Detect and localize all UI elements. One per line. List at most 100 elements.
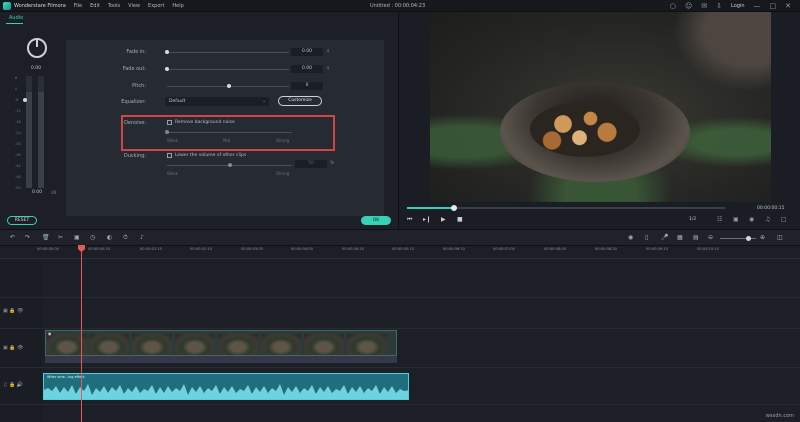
fade-out-handle[interactable] — [165, 67, 169, 71]
menu-export[interactable]: Export — [148, 3, 164, 9]
menu-view[interactable]: View — [128, 3, 140, 9]
render-preview-icon[interactable]: ◉ — [628, 234, 633, 241]
ducking-label: Ducking: — [123, 153, 146, 159]
preview-quality[interactable]: 1/2 — [689, 217, 696, 222]
reset-button[interactable]: RESET — [7, 216, 37, 225]
customize-button[interactable]: Customize — [278, 96, 322, 106]
lightbulb-icon[interactable]: ○ — [670, 0, 676, 12]
pitch-label: Pitch: — [132, 83, 146, 89]
preview-timecode: 00:00:00:15 — [757, 206, 785, 211]
split-icon[interactable]: ▤ — [693, 234, 699, 241]
video-clip-audio[interactable] — [45, 356, 397, 363]
microphone-icon[interactable]: 🎤 — [661, 234, 668, 241]
menu-bar: File Edit Tools View Export Help — [74, 3, 192, 9]
clip-frame — [261, 334, 301, 355]
menu-help[interactable]: Help — [172, 3, 183, 9]
tab-audio[interactable]: Audio — [9, 15, 23, 21]
pitch-handle[interactable] — [227, 84, 231, 88]
fade-out-input[interactable]: 0.00 — [291, 65, 323, 73]
ruler-tick: 00:00:08:00 — [544, 247, 566, 251]
ruler-tick: 00:00:08:20 — [595, 247, 617, 251]
volume-icon[interactable]: ♫ — [765, 216, 770, 223]
document-title: Untitled : 00:00:04:23 — [370, 3, 426, 9]
fade-in-handle[interactable] — [165, 50, 169, 54]
pitch-input[interactable]: 0 — [291, 82, 323, 90]
video-clip[interactable]: ▣ — [45, 330, 397, 356]
maximize-icon[interactable]: □ — [770, 0, 777, 12]
user-icon[interactable]: ☺ — [685, 0, 692, 12]
fit-timeline-icon[interactable]: ◫ — [777, 234, 783, 241]
message-icon[interactable]: ✉ — [701, 0, 707, 12]
fade-out-slider[interactable] — [167, 69, 289, 70]
preview-food — [530, 102, 640, 157]
preview-hand — [660, 12, 771, 102]
denoise-slider[interactable] — [167, 132, 292, 133]
fade-in-slider[interactable] — [167, 52, 289, 53]
ruler-tick: 00:00:03:05 — [241, 247, 263, 251]
ducking-handle[interactable] — [228, 163, 232, 167]
play-icon[interactable]: ▶ — [441, 216, 446, 223]
track-1-controls[interactable]: ▣ 🔒 👁 — [3, 345, 23, 351]
ruler-tick: 00:00:09:15 — [646, 247, 668, 251]
crop-icon[interactable]: ▣ — [74, 234, 80, 241]
scrubber-handle[interactable] — [451, 205, 457, 211]
denoise-handle[interactable] — [165, 130, 169, 134]
display-icon[interactable]: ▣ — [733, 216, 739, 223]
speed-icon[interactable]: ◷ — [90, 234, 95, 241]
voiceover-icon[interactable]: ▦ — [677, 234, 683, 241]
denoise-checkbox[interactable] — [167, 120, 172, 125]
volume-value-top: 0.00 — [31, 66, 42, 71]
close-icon[interactable]: ✕ — [785, 0, 791, 12]
preview-panel: 00:00:00:15 ⏮ ▸❙ ▶ ■ 1/2 ☷ ▣ ◉ ♫ □ — [398, 12, 800, 229]
volume-value-bottom: 0.00 — [32, 190, 43, 195]
track-headers — [0, 259, 42, 422]
timer-icon[interactable]: ⏱ — [123, 234, 128, 242]
track-divider — [0, 367, 800, 368]
track-2-controls[interactable]: ▣ 🔒 👁 — [3, 308, 23, 314]
ruler-tick: 00:00:10:10 — [697, 247, 719, 251]
marker-icon[interactable]: ▯ — [645, 234, 648, 241]
login-button[interactable]: Login — [731, 0, 745, 12]
play-back-icon[interactable]: ▸❙ — [423, 216, 431, 223]
volume-meter-left — [26, 76, 32, 188]
stop-icon[interactable]: ■ — [457, 216, 463, 223]
fade-in-input[interactable]: 0.00 — [291, 48, 323, 56]
volume-slider-handle[interactable] — [23, 98, 27, 102]
playhead-line[interactable] — [81, 245, 82, 422]
audio-clip[interactable]: Wher sme...ing effect — [43, 373, 409, 400]
volume-meter-right — [38, 76, 44, 188]
audio-track-controls[interactable]: ♫ 🔒 🔊 — [3, 382, 23, 388]
render-icon[interactable]: ☷ — [717, 216, 722, 223]
timeline-toolbar: ↶ ↷ 🗑 ✂ ▣ ◷ ◐ ⏱ ♪ ◉ ▯ 🎤 ▦ ▤ ⊖ ⊕ ◫ — [0, 229, 800, 246]
fullscreen-icon[interactable]: □ — [781, 216, 787, 223]
volume-knob[interactable] — [27, 38, 47, 58]
previous-frame-icon[interactable]: ⏮ — [407, 216, 412, 224]
zoom-in-icon[interactable]: ⊕ — [760, 234, 765, 241]
clip-frame — [347, 334, 387, 355]
minimize-icon[interactable]: — — [754, 0, 761, 12]
equalizer-select[interactable]: Default ⌄ — [165, 97, 269, 106]
menu-edit[interactable]: Edit — [90, 3, 100, 9]
audio-mixer-icon[interactable]: ♪ — [140, 234, 144, 241]
cut-icon[interactable]: ✂ — [58, 234, 63, 241]
ruler-tick: 00:00:05:15 — [392, 247, 414, 251]
color-icon[interactable]: ◐ — [107, 234, 112, 241]
title-bar: Wonderstare Filmora File Edit Tools View… — [0, 0, 800, 12]
undo-icon[interactable]: ↶ — [10, 234, 15, 241]
preview-scrubber[interactable] — [407, 205, 725, 211]
menu-tools[interactable]: Tools — [108, 3, 120, 9]
snapshot-icon[interactable]: ◉ — [749, 216, 754, 223]
ducking-checkbox-label: Lower the volume of other clips — [175, 153, 247, 158]
redo-icon[interactable]: ↷ — [25, 234, 30, 241]
zoom-out-icon[interactable]: ⊖ — [708, 234, 713, 241]
video-preview[interactable] — [430, 12, 771, 202]
timeline-ruler[interactable]: 00:00:00:00 00:00:00:20 00:00:01:15 00:0… — [0, 246, 800, 259]
download-icon[interactable]: ⇩ — [716, 0, 722, 12]
clip-frame — [218, 334, 258, 355]
zoom-handle[interactable] — [746, 236, 751, 241]
ok-button[interactable]: OK — [361, 216, 391, 225]
menu-file[interactable]: File — [74, 3, 82, 9]
delete-icon[interactable]: 🗑 — [42, 234, 50, 241]
ducking-checkbox[interactable] — [167, 153, 172, 158]
ducking-input[interactable]: 50 — [295, 160, 327, 168]
